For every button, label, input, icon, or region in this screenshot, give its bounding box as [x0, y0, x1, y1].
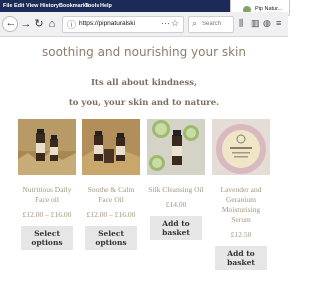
product-image[interactable] [18, 119, 76, 175]
library-icon[interactable]: ⫼ [239, 18, 243, 29]
add-to-basket-button[interactable]: Add to basket [150, 216, 202, 240]
product-card: Nutritious Daily Face oil £12.00 – £16.0… [18, 119, 76, 250]
product-price: £12.00 – £16.00 [86, 210, 136, 219]
search-box[interactable]: ⌕ [188, 16, 234, 33]
add-to-basket-button[interactable]: Add to basket [215, 246, 267, 270]
tagline-line-2: to you, your skin and to nature. [68, 98, 220, 108]
product-name[interactable]: Silk Cleansing Oil [147, 185, 205, 195]
menu-tools[interactable]: Tools [85, 3, 99, 9]
tagline-line-1: Its all about kindness, [90, 78, 198, 88]
search-icon: ⌕ [192, 18, 198, 28]
address-bar[interactable]: ⓘ https://pipnaturalski ⋯ ☆ [62, 16, 184, 33]
page-heading: soothing and nourishing your skin [42, 45, 246, 59]
menu-view[interactable]: View [26, 3, 38, 9]
menu-help[interactable]: Help [100, 3, 112, 9]
page-actions-icon[interactable]: ⋯ [161, 18, 170, 29]
product-price: £12.50 [230, 230, 252, 239]
menu-file[interactable]: File [3, 3, 12, 9]
menu-icon[interactable]: ≡ [276, 18, 281, 28]
select-options-button[interactable]: Select options [21, 226, 73, 250]
product-price: £12.00 – £16.00 [22, 210, 72, 219]
product-image[interactable] [147, 119, 205, 175]
extension-icon[interactable]: ◍ [263, 18, 271, 29]
sidebar-icon[interactable]: ▥ [251, 18, 260, 29]
navigation-toolbar: ← → ↻ ⌂ ⓘ https://pipnaturalski ⋯ ☆ ⌕ ⫼ … [0, 12, 288, 37]
page-content: soothing and nourishing your skin Its al… [0, 37, 288, 288]
product-name[interactable]: Soothe & Calm Face Oil [82, 185, 140, 205]
product-price: £14.00 [165, 200, 187, 209]
search-input[interactable] [202, 19, 231, 29]
product-name[interactable]: Nutritious Daily Face oil [18, 185, 76, 205]
site-info-icon[interactable]: ⓘ [67, 18, 76, 31]
product-image[interactable] [82, 119, 140, 175]
home-button[interactable]: ⌂ [46, 17, 58, 31]
product-card: Lavender and Geranium Moisturising Serum… [212, 119, 270, 270]
url-text: https://pipnaturalski [79, 20, 136, 27]
product-image[interactable] [212, 119, 270, 175]
product-card: Silk Cleansing Oil £14.00 Add to basket [147, 119, 205, 240]
forward-button[interactable]: → [20, 17, 32, 31]
menu-bar: File Edit View History Bookmarks Tools H… [0, 0, 290, 16]
select-options-button[interactable]: Select options [85, 226, 137, 250]
menu-edit[interactable]: Edit [14, 3, 24, 9]
reload-button[interactable]: ↻ [33, 17, 45, 31]
product-card: Soothe & Calm Face Oil £12.00 – £16.00 S… [82, 119, 140, 250]
product-name[interactable]: Lavender and Geranium Moisturising Serum [212, 185, 270, 225]
back-arrow-icon: ← [5, 17, 17, 29]
menu-history[interactable]: History [40, 3, 59, 9]
bookmark-star-icon[interactable]: ☆ [171, 18, 179, 29]
